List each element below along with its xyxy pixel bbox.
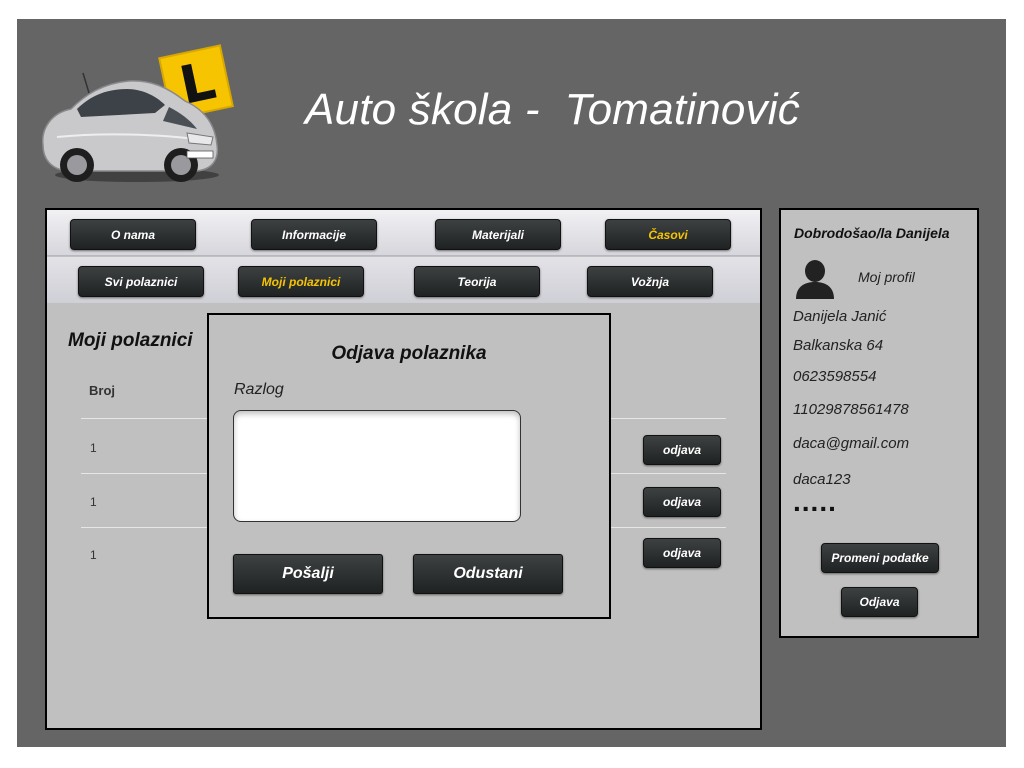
user-phone: 0623598554 — [793, 368, 877, 385]
odjava-modal: Odjava polaznika Razlog Pošalji Odustani — [207, 313, 611, 619]
odjava-row-button[interactable]: odjava — [643, 435, 721, 465]
user-password-masked: ..... — [793, 486, 837, 517]
moj-profil-link[interactable]: Moj profil — [858, 269, 915, 285]
main-nav: O nama Informacije Materijali Časovi — [47, 210, 760, 256]
user-jmbg: 11029878561478 — [793, 401, 909, 418]
user-email: daca@gmail.com — [793, 435, 910, 452]
subnav-teorija-button[interactable]: Teorija — [414, 266, 540, 297]
subnav-voznja-button[interactable]: Vožnja — [587, 266, 713, 297]
posalji-button[interactable]: Pošalji — [233, 554, 383, 594]
site-title: Auto škola - Tomatinović — [305, 85, 800, 134]
odjava-button[interactable]: Odjava — [841, 587, 918, 617]
nav-casovi-button[interactable]: Časovi — [605, 219, 731, 250]
column-header-broj: Broj — [89, 383, 115, 398]
car-with-l-sign-logo — [42, 44, 234, 182]
odjava-row-button[interactable]: odjava — [643, 487, 721, 517]
odustani-button[interactable]: Odustani — [413, 554, 563, 594]
page-background: Auto škola - Tomatinović O nama Informac… — [17, 19, 1006, 747]
subnav-svi-polaznici-button[interactable]: Svi polaznici — [78, 266, 204, 297]
sub-nav: Svi polaznici Moji polaznici Teorija Vož… — [47, 257, 760, 303]
nav-informacije-button[interactable]: Informacije — [251, 219, 377, 250]
welcome-text: Dobrodošao/la Danijela — [794, 225, 950, 241]
user-silhouette-icon — [796, 260, 834, 299]
user-address: Balkanska 64 — [793, 337, 884, 354]
table-row-broj: 1 — [90, 441, 97, 455]
modal-title: Odjava polaznika — [331, 343, 487, 364]
odjava-row-button[interactable]: odjava — [643, 538, 721, 568]
section-title: Moji polaznici — [68, 330, 193, 351]
reason-label: Razlog — [234, 381, 284, 398]
user-name: Danijela Janić — [793, 308, 887, 325]
table-row-broj: 1 — [90, 548, 97, 562]
table-row-broj: 1 — [90, 495, 97, 509]
reason-textarea[interactable] — [233, 410, 521, 522]
nav-materijali-button[interactable]: Materijali — [435, 219, 561, 250]
user-panel: Dobrodošao/la Danijela Moj profil Danije… — [779, 208, 979, 638]
subnav-moji-polaznici-button[interactable]: Moji polaznici — [238, 266, 364, 297]
nav-o-nama-button[interactable]: O nama — [70, 219, 196, 250]
promeni-podatke-button[interactable]: Promeni podatke — [821, 543, 939, 573]
